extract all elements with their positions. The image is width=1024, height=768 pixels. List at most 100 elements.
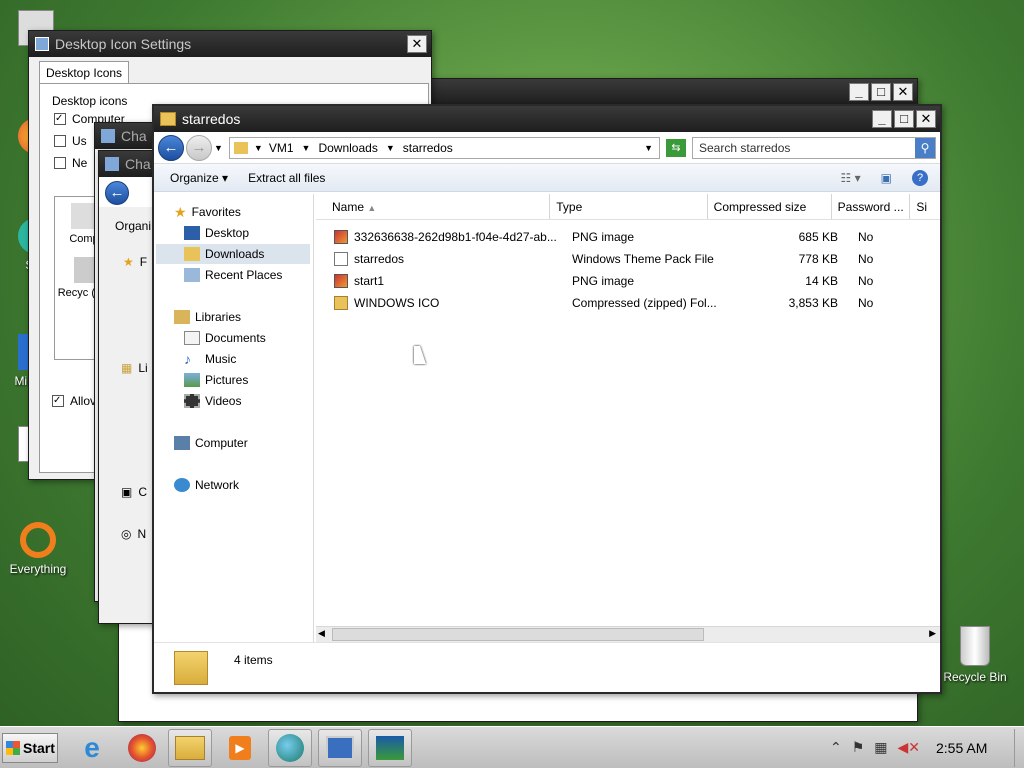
pictures-icon [184,373,200,387]
close-button[interactable]: ✕ [916,110,936,128]
column-name[interactable]: Name ▲ [316,194,551,219]
preview-pane-icon[interactable]: ▣ [881,171,892,185]
breadcrumb-starredos[interactable]: starredos [403,141,453,155]
scroll-left-icon[interactable]: ◀ [318,628,325,639]
taskbar-display-settings[interactable] [368,729,412,767]
item-count: 4 items [234,653,273,667]
navigation-pane: ★ Favorites Desktop Downloads Recent Plac… [154,194,314,642]
forward-button[interactable]: → [186,134,212,161]
theme-pack-file-icon [334,252,348,266]
volume-muted-icon[interactable]: ◀✕ [898,739,921,756]
nav-videos[interactable]: Videos [184,391,241,411]
maximize-button[interactable]: □ [871,83,891,101]
maximize-button[interactable]: □ [894,110,914,128]
nav-documents[interactable]: Documents [184,328,266,348]
organize-button[interactable]: Organize ▾ [170,171,228,185]
search-icon[interactable]: ⚲ [915,137,935,158]
view-options-icon[interactable]: ☷ ▾ [841,171,861,185]
file-compressed-size: 685 KB [798,230,838,244]
help-icon[interactable]: ? [912,169,928,186]
column-compressed-size[interactable]: Compressed size [708,194,832,219]
nav-network[interactable]: ◎ N [121,527,146,541]
nav-favorites[interactable]: ★ Favorites [174,202,241,222]
show-desktop-button[interactable] [1014,729,1024,767]
scroll-right-icon[interactable]: ▶ [929,628,936,639]
recycle-bin-desktop-icon[interactable]: Recycle Bin [942,626,1008,684]
file-row[interactable]: 332636638-262d98b1-f04e-4d27-ab... PNG im… [316,226,940,248]
nav-desktop[interactable]: Desktop [184,223,249,243]
file-row[interactable]: WINDOWS ICO Compressed (zipped) Fol... 3,8… [316,292,940,314]
file-type: PNG image [572,230,635,244]
nav-computer[interactable]: Computer [174,433,248,453]
star-icon: ★ [174,203,187,220]
column-type[interactable]: Type [550,194,708,219]
recent-pages-dropdown-icon[interactable]: ▼ [214,143,223,153]
nav-favorites[interactable]: ★ F [123,255,147,269]
everything-desktop-icon[interactable]: Everything [6,522,70,576]
scrollbar-thumb[interactable] [332,628,704,641]
taskbar-app-teal[interactable] [268,729,312,767]
address-bar[interactable]: ▼ VM1 ▼ Downloads ▼ starredos ▼ [228,136,660,159]
star-icon: ★ [123,255,134,269]
nav-pictures[interactable]: Pictures [184,370,248,390]
column-password[interactable]: Password ... [832,194,911,219]
taskbar-ie[interactable]: e [70,729,114,767]
minimize-button[interactable]: _ [849,83,869,101]
taskbar-firefox[interactable] [120,729,164,767]
network-tray-icon[interactable]: ▦ [874,739,887,756]
nav-downloads[interactable]: Downloads [156,244,310,264]
action-center-flag-icon[interactable]: ⚑ [852,739,865,756]
group-label: Desktop icons [52,94,128,108]
extract-all-button[interactable]: Extract all files [248,171,325,185]
breadcrumb-downloads[interactable]: Downloads [318,141,377,155]
taskbar-explorer[interactable] [168,729,212,767]
show-hidden-icons-icon[interactable]: ⌃ [830,739,842,756]
explorer-window[interactable]: starredos _ □ ✕ ← → ▼ ▼ VM1 ▼ Downloads … [152,104,942,694]
horizontal-scrollbar[interactable]: ◀ ▶ [316,626,940,642]
start-button[interactable]: Start [2,733,58,763]
nav-computer[interactable]: ▣ C [121,485,147,499]
file-compressed-size: 14 KB [805,274,838,288]
videos-icon [184,394,200,408]
address-dropdown-icon[interactable]: ▼ [644,143,653,153]
clock[interactable]: 2:55 AM [936,740,987,756]
back-button[interactable]: ← [105,181,129,205]
file-row[interactable]: starredos Windows Theme Pack File 778 KB No [316,248,940,270]
zip-folder-icon [334,296,348,310]
documents-icon [184,331,200,345]
search-input[interactable]: Search starredos ⚲ [692,136,936,159]
refresh-button[interactable]: ⇆ [666,138,686,157]
nav-recent-places[interactable]: Recent Places [184,265,282,285]
taskbar: Start e ▶ ⌃ ⚑ ▦ ◀✕ 2:55 AM [0,726,1024,768]
nav-libraries[interactable]: Libraries [174,307,241,327]
mouse-cursor-icon [414,346,426,364]
minimize-button[interactable]: _ [872,110,892,128]
tab-desktop-icons[interactable]: Desktop Icons [39,61,130,84]
control-panel-icon [326,736,354,760]
file-compressed-size: 3,853 KB [788,296,838,310]
nav-network[interactable]: Network [174,475,239,495]
close-button[interactable]: ✕ [893,83,913,101]
close-button[interactable]: ✕ [407,35,427,53]
file-name: 332636638-262d98b1-f04e-4d27-ab... [354,230,557,244]
checkbox-user-files[interactable]: Us [54,134,87,148]
taskbar-control-panel[interactable] [318,729,362,767]
checkbox-allow-themes[interactable]: ✓ Allov [52,394,96,408]
nav-libraries[interactable]: ▦ Li [121,361,148,375]
back-button[interactable]: ← [158,134,184,161]
taskbar-media-player[interactable]: ▶ [218,729,262,767]
library-icon: ▦ [121,361,133,375]
desktop-icon [184,226,200,240]
nav-music[interactable]: ♪ Music [184,349,236,369]
checkbox-network[interactable]: Ne [54,156,87,170]
window-app-icon [105,157,119,171]
explorer-titlebar[interactable]: starredos _ □ ✕ [154,106,940,132]
computer-small-icon: ▣ [121,485,133,499]
breadcrumb-vm1[interactable]: VM1 [269,141,294,155]
file-compressed-size: 778 KB [798,252,838,266]
file-row[interactable]: start1 PNG image 14 KB No [316,270,940,292]
details-pane: 4 items [154,642,940,692]
organize-menu[interactable]: Organi [115,219,151,233]
column-size[interactable]: Si [910,194,940,219]
desktop-icon-settings-titlebar[interactable]: Desktop Icon Settings ✕ [29,31,431,57]
